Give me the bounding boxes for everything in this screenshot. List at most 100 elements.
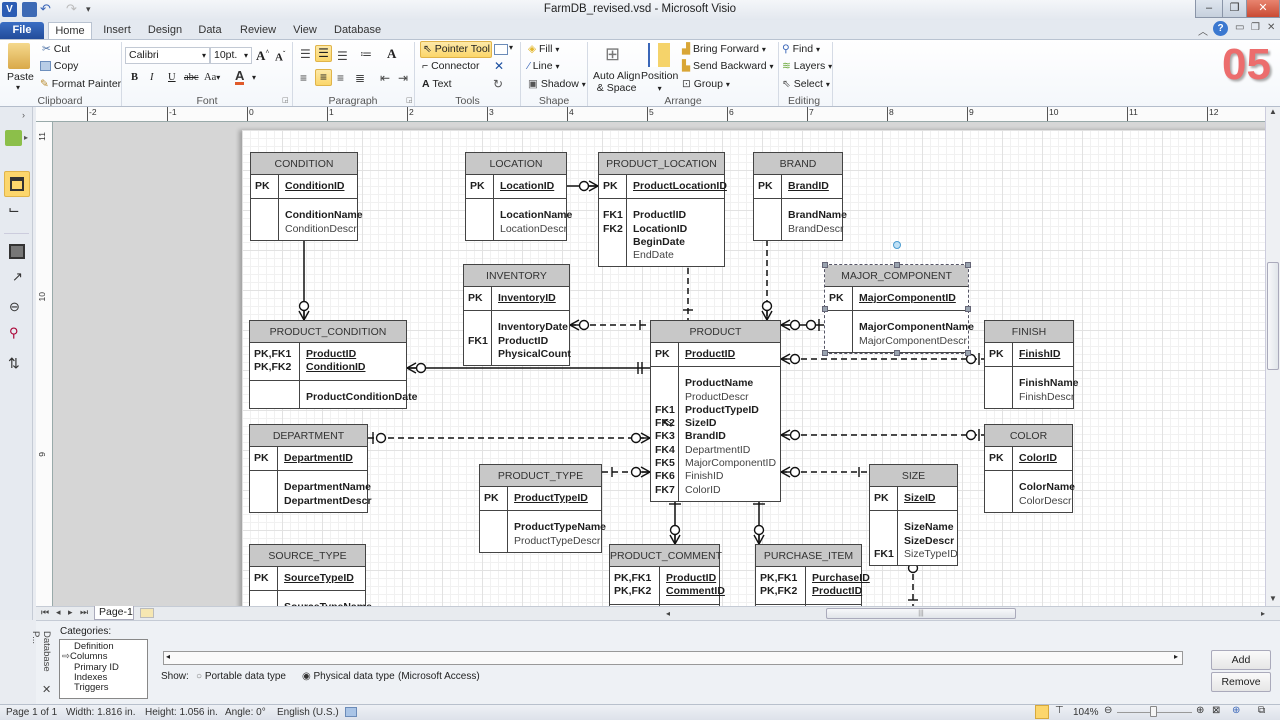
selection-handle[interactable]: [893, 262, 900, 268]
pan-zoom-icon[interactable]: ⊕: [1232, 705, 1240, 716]
rotate-tool-icon[interactable]: ↻: [493, 77, 503, 91]
minimize-ribbon-icon[interactable]: ︿: [1198, 23, 1208, 38]
entity-size[interactable]: SIZE PK SizeID FK1 SizeName SizeDescr SizeTyp…: [869, 464, 958, 567]
vertical-scrollbar[interactable]: ▲ ▼: [1265, 107, 1280, 606]
zoom-out-icon[interactable]: ⊖: [1104, 705, 1112, 716]
entity-shape-button[interactable]: [4, 171, 30, 197]
connector-button[interactable]: Connector: [431, 60, 479, 72]
selection-handle[interactable]: [965, 305, 971, 312]
insert-page-icon[interactable]: [140, 608, 154, 618]
auto-align-button[interactable]: Auto Align & Space: [593, 70, 640, 94]
font-color-dropdown-icon[interactable]: ▾: [252, 73, 256, 82]
decrease-indent-icon[interactable]: ⇤: [380, 71, 390, 85]
entity-product-location[interactable]: PRODUCT_LOCATION PK ProductLocationID FK1 F…: [598, 152, 727, 268]
entity-location[interactable]: LOCATION PK LocationID LocationName Location…: [465, 152, 572, 241]
physical-data-type-radio[interactable]: ◉ Physical data type: [302, 671, 395, 682]
first-page-icon[interactable]: ⏮: [41, 607, 49, 618]
doc-restore-icon[interactable]: ❐: [1251, 22, 1260, 33]
close-x-tool-icon[interactable]: ✕: [494, 59, 504, 73]
selection-handle[interactable]: [893, 349, 900, 356]
zoom-slider-thumb[interactable]: [1150, 706, 1157, 717]
tab-view[interactable]: View: [290, 22, 320, 39]
horizontal-scroll-thumb[interactable]: |||: [826, 608, 1016, 619]
shadow-button[interactable]: Shadow: [541, 78, 579, 90]
primary-key-row[interactable]: PK ConditionID: [251, 175, 357, 200]
paragraph-dialog-launcher-icon[interactable]: ◲: [406, 96, 413, 104]
primary-key-row[interactable]: PK BrandID: [754, 175, 842, 200]
align-left-icon[interactable]: ≡: [300, 71, 307, 85]
tab-home[interactable]: Home: [48, 22, 92, 39]
select-button[interactable]: Select: [794, 78, 823, 90]
align-top-icon[interactable]: ☰: [300, 47, 311, 61]
close-button[interactable]: ✕: [1246, 0, 1280, 18]
category-icon[interactable]: ⊖: [9, 299, 20, 315]
attributes-row[interactable]: BrandName BrandDescr: [754, 199, 847, 240]
panel-close-icon[interactable]: ✕: [42, 683, 51, 696]
relationship-shape-icon[interactable]: ⌙: [8, 201, 20, 218]
attributes-row[interactable]: FK1 FK2 FK3 FK4 FK5 FK6 FK7 ProductName Pr…: [651, 367, 780, 501]
font-color-button[interactable]: A: [235, 69, 245, 85]
view-shape-icon[interactable]: [9, 244, 25, 259]
categories-list[interactable]: Definition ⇨Columns Primary ID Indexes T…: [59, 639, 148, 699]
find-button[interactable]: Find: [793, 43, 813, 55]
presentation-mode-icon[interactable]: ⊤: [1055, 705, 1064, 716]
text-tool-button[interactable]: Text: [432, 78, 451, 90]
doc-minimize-icon[interactable]: ▭: [1235, 22, 1244, 33]
vertical-scroll-thumb[interactable]: [1267, 262, 1279, 370]
minimize-button[interactable]: –: [1195, 0, 1223, 18]
restore-button[interactable]: ❐: [1222, 0, 1247, 18]
tab-file[interactable]: File: [0, 22, 44, 39]
group-button[interactable]: Group: [694, 78, 723, 90]
entity-finish[interactable]: FINISH PK FinishID FinishName FinishDescr: [984, 320, 1079, 409]
entity-brand[interactable]: BRAND PK BrandID BrandName BrandDescr: [753, 152, 847, 241]
grow-font-icon[interactable]: A^: [256, 48, 269, 64]
send-backward-button[interactable]: Send Backward: [693, 60, 767, 72]
switch-windows-icon[interactable]: ⧉: [1258, 705, 1265, 716]
scroll-right-icon[interactable]: ▸: [1261, 609, 1265, 618]
drawing-page[interactable]: CONDITION PK ConditionID ConditionName Condi…: [242, 130, 1265, 606]
last-page-icon[interactable]: ⏭: [80, 607, 88, 618]
text-direction-icon[interactable]: A: [387, 46, 396, 62]
entity-condition[interactable]: CONDITION PK ConditionID ConditionName Condi…: [250, 152, 363, 241]
primary-key-row[interactable]: PK ColorID: [985, 447, 1072, 472]
rotation-handle[interactable]: [892, 241, 901, 249]
bold-button[interactable]: B: [131, 72, 138, 83]
normal-view-icon[interactable]: [1035, 705, 1049, 719]
underline-button[interactable]: U: [168, 72, 176, 83]
primary-key-row[interactable]: PK FinishID: [985, 343, 1073, 368]
shrink-font-icon[interactable]: Aˇ: [275, 50, 285, 64]
primary-key-row[interactable]: PK SizeID: [870, 487, 957, 512]
copy-button[interactable]: Copy: [54, 60, 79, 72]
position-button[interactable]: Position ▾: [641, 70, 678, 95]
paste-icon[interactable]: [8, 43, 30, 69]
category-to-child-icon[interactable]: ⚲: [9, 325, 19, 341]
entity-inventory[interactable]: INVENTORY PK InventoryID FK1 InventoryDate P…: [463, 264, 571, 367]
attributes-row[interactable]: FinishName FinishDescr: [985, 367, 1079, 408]
primary-key-row[interactable]: PK,FK1 PK,FK2 ProductID ConditionID: [250, 343, 406, 381]
tab-database[interactable]: Database: [334, 22, 381, 39]
attributes-row[interactable]: FK1 InventoryDate ProductID PhysicalCount: [464, 311, 571, 366]
primary-key-row[interactable]: PK ProductTypeID: [480, 487, 601, 512]
attributes-row[interactable]: ColorName ColorDescr: [985, 471, 1075, 512]
entity-product[interactable]: PRODUCT PK ProductID FK1 FK2 FK3 FK4 FK5 F…: [650, 320, 781, 502]
drawing-canvas[interactable]: CONDITION PK ConditionID ConditionName Condi…: [53, 122, 1265, 606]
primary-key-row[interactable]: PK ProductLocationID: [599, 175, 727, 200]
status-language[interactable]: English (U.S.): [277, 707, 339, 718]
paste-dropdown-icon[interactable]: ▾: [16, 83, 20, 92]
scroll-down-icon[interactable]: ▼: [1269, 594, 1277, 603]
cut-button[interactable]: Cut: [54, 43, 70, 55]
attributes-row[interactable]: FK1 SizeName SizeDescr SizeTypeID: [870, 511, 958, 566]
attributes-row[interactable]: ProductTypeName ProductTypeDescr: [480, 511, 606, 552]
remove-button[interactable]: Remove: [1211, 672, 1271, 692]
primary-key-row[interactable]: PK SourceTypeID: [250, 567, 365, 592]
expand-shapes-icon[interactable]: ›: [22, 110, 25, 120]
primary-key-row[interactable]: PK MajorComponentID: [825, 287, 968, 312]
fit-page-icon[interactable]: ⊠: [1212, 705, 1220, 716]
parent-to-category-icon[interactable]: ↗: [12, 269, 23, 285]
bring-forward-button[interactable]: Bring Forward: [693, 43, 759, 55]
dynamic-connector-icon[interactable]: ⇅: [8, 355, 20, 372]
selection-handle[interactable]: [822, 349, 828, 356]
entity-color[interactable]: COLOR PK ColorID ColorName ColorDescr: [984, 424, 1075, 513]
scroll-left-icon[interactable]: ◂: [166, 652, 170, 661]
align-bottom-icon[interactable]: ☰: [337, 49, 348, 63]
